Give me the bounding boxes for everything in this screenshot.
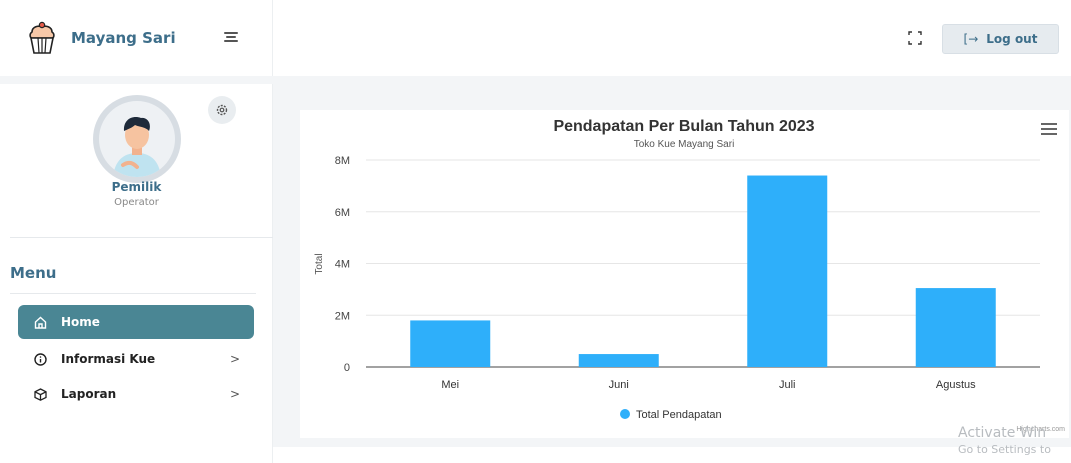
gear-icon (216, 104, 228, 116)
menu-divider (10, 293, 256, 294)
activation-watermark: Activate Win Go to Settings to (958, 423, 1051, 460)
brand-name: Mayang Sari (71, 29, 176, 47)
y-tick-label: 4M (335, 259, 350, 271)
menu-item-label: Home (61, 315, 100, 329)
profile-role: Operator (114, 197, 159, 208)
y-tick-label: 6M (335, 207, 350, 219)
y-tick-label: 0 (344, 362, 350, 374)
bar-juli (747, 175, 828, 367)
menu-item-home[interactable]: Home (18, 305, 254, 339)
x-tick-label: Mei (441, 379, 459, 391)
x-tick-label: Agustus (936, 379, 976, 391)
top-header: [→ Log out (273, 0, 1071, 76)
bar-mei (410, 320, 491, 367)
profile-name: Pemilik (111, 180, 162, 194)
logout-icon: [→ (963, 32, 979, 46)
bar-juni (578, 354, 659, 367)
chevron-right-icon: > (229, 352, 240, 366)
bar-agustus (915, 288, 996, 367)
profile-settings-button[interactable] (208, 96, 236, 124)
y-tick-label: 2M (335, 310, 350, 322)
avatar (93, 95, 181, 183)
menu-item-label: Informasi Kue (61, 352, 156, 366)
cube-icon (33, 387, 47, 401)
menu-item-informasi-kue[interactable]: Informasi Kue > (18, 342, 254, 376)
legend-marker (620, 409, 630, 419)
watermark-line2: Go to Settings to (958, 443, 1051, 456)
sidebar-toggle-icon[interactable] (224, 32, 238, 44)
x-tick-label: Juli (779, 379, 796, 391)
chevron-right-icon: > (229, 387, 240, 401)
home-icon (33, 315, 47, 329)
sidebar: Mayang Sari Pemilik Operator Menu Home I… (0, 0, 273, 463)
profile-separator (0, 76, 273, 84)
chart-card: Pendapatan Per Bulan Tahun 2023 Toko Kue … (300, 110, 1069, 438)
fullscreen-icon[interactable] (908, 31, 922, 45)
chart-subtitle: Toko Kue Mayang Sari (634, 139, 735, 150)
menu-item-laporan[interactable]: Laporan > (18, 377, 254, 411)
logout-label: Log out (986, 32, 1038, 46)
legend-label: Total Pendapatan (636, 409, 722, 421)
profile-divider (10, 237, 273, 238)
user-avatar-icon (113, 117, 161, 177)
y-tick-label: 8M (335, 155, 350, 167)
logout-button[interactable]: [→ Log out (942, 24, 1059, 54)
footer-strip (273, 447, 1071, 463)
cupcake-logo-icon (29, 21, 55, 54)
x-tick-label: Juni (609, 379, 629, 391)
chart-export-menu-icon[interactable] (1041, 123, 1057, 135)
menu-heading: Menu (10, 264, 57, 282)
y-axis-label: Total (314, 253, 325, 274)
info-icon (33, 352, 47, 366)
watermark-line1: Activate Win (958, 425, 1047, 441)
main-content: Pendapatan Per Bulan Tahun 2023 Toko Kue … (273, 76, 1071, 463)
chart-title: Pendapatan Per Bulan Tahun 2023 (553, 118, 814, 135)
revenue-bar-chart: Pendapatan Per Bulan Tahun 2023 Toko Kue … (314, 118, 1065, 433)
menu-item-label: Laporan (61, 387, 117, 401)
